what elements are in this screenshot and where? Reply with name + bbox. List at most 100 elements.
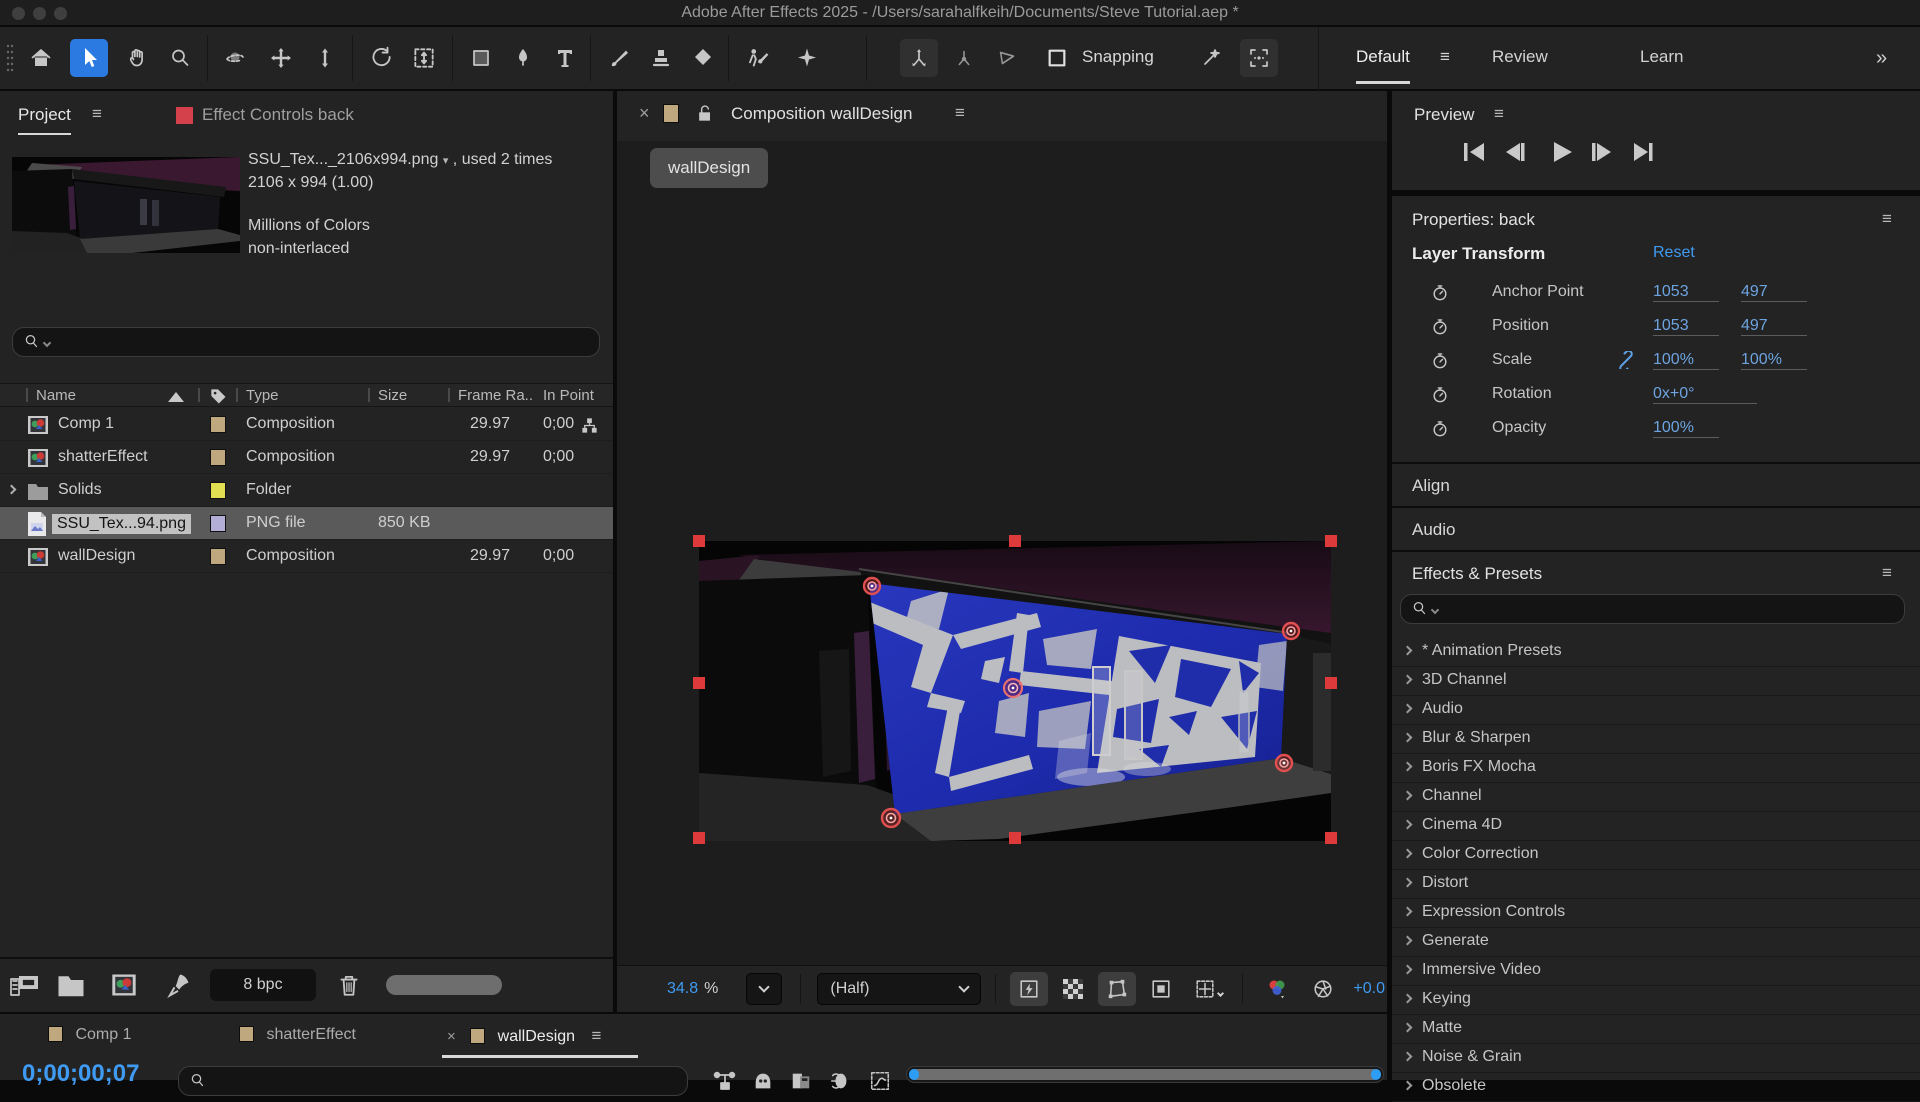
- item-name[interactable]: shatterEffect: [58, 448, 148, 466]
- column-name[interactable]: Name: [36, 387, 76, 404]
- project-horizontal-scrollbar[interactable]: [386, 975, 502, 995]
- project-panel-menu-icon[interactable]: ≡: [92, 104, 101, 124]
- dolly-camera-tool[interactable]: [306, 39, 344, 77]
- effects-category[interactable]: Boris FX Mocha: [1392, 754, 1920, 783]
- snap-cursor-tool[interactable]: [1192, 39, 1230, 77]
- project-search-input[interactable]: [12, 327, 600, 357]
- step-forward-button[interactable]: [1592, 143, 1611, 161]
- column-in-point[interactable]: In Point: [543, 387, 594, 404]
- new-composition-icon[interactable]: [110, 971, 138, 999]
- stopwatch-icon[interactable]: [1430, 350, 1450, 372]
- panel-grip-icon[interactable]: [6, 43, 14, 77]
- graph-editor-icon[interactable]: [868, 1070, 892, 1092]
- timeline-menu-icon[interactable]: ≡: [592, 1026, 601, 1045]
- home-tool[interactable]: [22, 39, 60, 77]
- unlock-icon[interactable]: [695, 103, 715, 125]
- item-label-color[interactable]: [210, 548, 226, 565]
- fast-previews-button[interactable]: [1010, 972, 1048, 1006]
- new-folder-icon[interactable]: [56, 971, 86, 999]
- position-y-value[interactable]: 497: [1741, 317, 1807, 336]
- project-table-header[interactable]: Name Type Size Frame Ra.. In Point: [0, 383, 613, 407]
- effects-category[interactable]: Matte: [1392, 1015, 1920, 1044]
- exposure-value[interactable]: +0.0: [1353, 980, 1385, 998]
- stopwatch-icon[interactable]: [1430, 418, 1450, 440]
- clone-stamp-tool[interactable]: [642, 39, 680, 77]
- motion-blur-icon[interactable]: [828, 1070, 852, 1092]
- workspace-tab-default[interactable]: Default: [1356, 47, 1410, 84]
- effects-category[interactable]: Cinema 4D: [1392, 812, 1920, 841]
- expand-folder-chevron-icon[interactable]: [7, 485, 17, 495]
- tab-project[interactable]: Project: [18, 105, 71, 135]
- effects-category[interactable]: Immersive Video: [1392, 957, 1920, 986]
- stopwatch-icon[interactable]: [1430, 316, 1450, 338]
- column-type[interactable]: Type: [246, 387, 279, 404]
- timeline-search-input[interactable]: [178, 1066, 688, 1096]
- link-dimensions-icon[interactable]: [1614, 351, 1638, 369]
- rectangle-tool[interactable]: [462, 39, 500, 77]
- bit-depth-button[interactable]: 8 bpc: [210, 969, 316, 1001]
- play-button[interactable]: [1554, 142, 1572, 162]
- view-axis-mode[interactable]: [988, 39, 1026, 77]
- table-row[interactable]: Comp 1 Composition 29.97 0;00: [0, 408, 613, 441]
- delete-icon[interactable]: [336, 971, 362, 999]
- local-axis-mode[interactable]: [900, 39, 938, 77]
- resolution-dropdown[interactable]: (Half): [817, 973, 981, 1005]
- stopwatch-icon[interactable]: [1430, 384, 1450, 406]
- item-label-color[interactable]: [210, 515, 226, 532]
- properties-panel-title[interactable]: Properties: back: [1412, 210, 1535, 230]
- footage-name-caret-icon[interactable]: ▾: [443, 155, 449, 167]
- effects-search-input[interactable]: [1400, 594, 1905, 624]
- item-name-selected[interactable]: SSU_Tex...94.png: [52, 514, 191, 534]
- effects-category[interactable]: Color Correction: [1392, 841, 1920, 870]
- effects-category[interactable]: Blur & Sharpen: [1392, 725, 1920, 754]
- roto-brush-tool[interactable]: [738, 39, 776, 77]
- mask-visibility-button[interactable]: [1098, 972, 1136, 1006]
- pan-camera-tool[interactable]: [262, 39, 300, 77]
- interpret-footage-icon[interactable]: [10, 973, 40, 999]
- timeline-tab-walldesign-active[interactable]: × wallDesign ≡: [447, 1026, 600, 1046]
- shy-layers-icon[interactable]: [752, 1070, 774, 1092]
- hand-tool[interactable]: [118, 39, 156, 77]
- effects-category[interactable]: Noise & Grain: [1392, 1044, 1920, 1073]
- grid-guides-button[interactable]: [1186, 972, 1230, 1006]
- scrollbar-right-handle[interactable]: [1371, 1069, 1381, 1080]
- preview-menu-icon[interactable]: ≡: [1494, 104, 1503, 124]
- puppet-pin-tool[interactable]: [788, 39, 826, 77]
- effects-category[interactable]: Distort: [1392, 870, 1920, 899]
- effects-category[interactable]: Keying: [1392, 986, 1920, 1015]
- composition-canvas[interactable]: [699, 541, 1331, 841]
- stopwatch-icon[interactable]: [1430, 282, 1450, 304]
- layer-transform-group-label[interactable]: Layer Transform: [1412, 244, 1545, 264]
- position-x-value[interactable]: 1053: [1653, 317, 1719, 336]
- zoom-dropdown-button[interactable]: [746, 973, 782, 1005]
- column-frame-rate[interactable]: Frame Ra..: [458, 387, 533, 404]
- item-label-color[interactable]: [210, 482, 226, 499]
- audio-panel-header[interactable]: Audio: [1412, 520, 1455, 540]
- opacity-value[interactable]: 100%: [1653, 419, 1719, 438]
- scale-y-value[interactable]: 100%: [1741, 351, 1807, 370]
- effects-category[interactable]: Channel: [1392, 783, 1920, 812]
- pan-behind-tool[interactable]: [405, 39, 443, 77]
- frame-blending-icon[interactable]: [790, 1070, 812, 1092]
- footage-thumbnail[interactable]: [12, 157, 240, 253]
- transparency-grid-button[interactable]: [1054, 972, 1092, 1006]
- pen-tool[interactable]: [504, 39, 542, 77]
- timeline-zoom-scrollbar[interactable]: [906, 1066, 1384, 1083]
- eraser-tool[interactable]: [684, 39, 722, 77]
- orbit-camera-tool[interactable]: [216, 39, 254, 77]
- effects-category[interactable]: * Animation Presets: [1392, 638, 1920, 667]
- snapping-checkbox[interactable]: [1046, 47, 1068, 74]
- item-label-color[interactable]: [210, 449, 226, 466]
- anchor-point-y-value[interactable]: 497: [1741, 283, 1807, 302]
- tab-effect-controls[interactable]: Effect Controls back: [202, 105, 354, 125]
- workspace-default-menu-icon[interactable]: ≡: [1440, 47, 1449, 67]
- footage-name[interactable]: SSU_Tex..._2106x994.png: [248, 151, 438, 168]
- composition-flowchart-icon[interactable]: [712, 1070, 738, 1090]
- zoom-tool[interactable]: [161, 39, 199, 77]
- item-name[interactable]: Solids: [58, 481, 102, 499]
- exposure-button[interactable]: [1305, 972, 1341, 1006]
- table-row-selected[interactable]: SSU_Tex...94.png PNG file 850 KB: [0, 507, 613, 540]
- effects-category[interactable]: 3D Channel: [1392, 667, 1920, 696]
- comp-navigator-button[interactable]: wallDesign: [650, 148, 768, 188]
- rocket-icon[interactable]: [164, 971, 192, 999]
